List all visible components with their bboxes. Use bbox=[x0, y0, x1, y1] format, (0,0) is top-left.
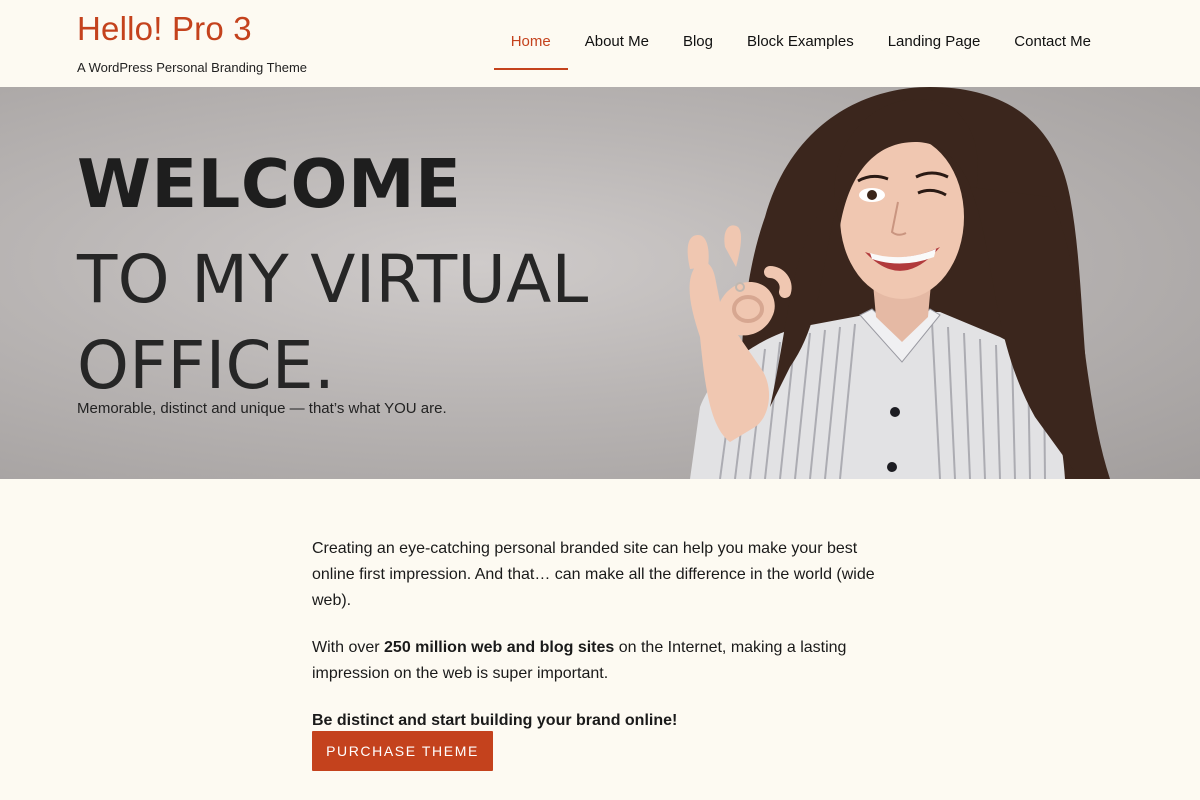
stats-highlight: 250 million web and blog sites bbox=[384, 639, 615, 656]
hero-heading: TO MY VIRTUAL OFFICE. bbox=[77, 237, 589, 409]
site-title-link[interactable]: Hello! Pro 3 bbox=[77, 10, 252, 48]
hero-banner: WELCOME TO MY VIRTUAL OFFICE. Memorable,… bbox=[0, 87, 1200, 479]
nav-item-block-examples[interactable]: Block Examples bbox=[730, 0, 871, 70]
woman-portrait-photo bbox=[687, 87, 1110, 479]
stats-paragraph: With over 250 million web and blog sites… bbox=[312, 635, 892, 687]
nav-item-landing-page[interactable]: Landing Page bbox=[871, 0, 998, 70]
hero-heading-line-2: TO MY VIRTUAL bbox=[77, 241, 589, 318]
stats-prefix: With over bbox=[312, 639, 385, 656]
primary-nav: Home About Me Blog Block Examples Landin… bbox=[493, 0, 1108, 87]
nav-item-home[interactable]: Home bbox=[493, 0, 568, 70]
hero-subtitle: Memorable, distinct and unique — that’s … bbox=[77, 400, 447, 417]
purchase-theme-button[interactable]: Purchase Theme bbox=[312, 731, 493, 771]
hero-heading-bold: WELCOME bbox=[77, 145, 462, 223]
nav-item-contact-me[interactable]: Contact Me bbox=[997, 0, 1108, 70]
nav-item-blog[interactable]: Blog bbox=[666, 0, 730, 70]
cta-text: Be distinct and start building your bran… bbox=[312, 712, 678, 729]
site-header: Hello! Pro 3 A WordPress Personal Brandi… bbox=[0, 0, 1200, 87]
site-tagline: A WordPress Personal Branding Theme bbox=[77, 60, 308, 75]
intro-paragraph: Creating an eye-catching personal brande… bbox=[312, 540, 875, 609]
hero-heading-line-3: OFFICE. bbox=[77, 327, 336, 404]
main-content: Creating an eye-catching personal brande… bbox=[312, 536, 892, 755]
nav-item-about-me[interactable]: About Me bbox=[568, 0, 666, 70]
